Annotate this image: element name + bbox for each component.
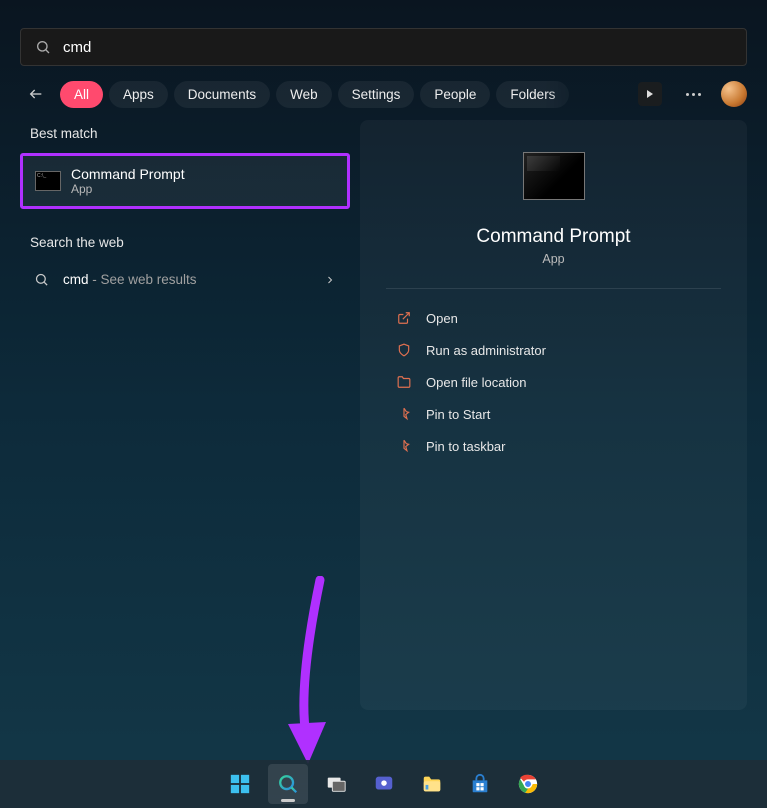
arrow-left-icon [28,86,44,102]
section-search-web: Search the web [20,229,350,262]
pin-icon [396,438,412,454]
taskbar-explorer[interactable] [412,764,452,804]
taskview-icon [325,773,347,795]
action-label: Open file location [426,375,526,390]
cmd-icon: C:\_ [35,171,61,191]
action-pin-taskbar[interactable]: Pin to taskbar [386,431,721,461]
detail-panel: Command Prompt App Open Run as administr… [360,120,747,710]
best-match-item[interactable]: C:\_ Command Prompt App [20,153,350,209]
shield-icon [396,342,412,358]
taskbar-taskview[interactable] [316,764,356,804]
web-suffix: - See web results [89,272,197,287]
action-label: Open [426,311,458,326]
section-best-match: Best match [20,120,350,153]
filter-web[interactable]: Web [276,81,332,108]
action-open-location[interactable]: Open file location [386,367,721,397]
user-avatar[interactable] [721,81,747,107]
chevron-right-icon [324,274,336,286]
search-icon [277,773,299,795]
web-result-item[interactable]: cmd - See web results [20,262,350,297]
search-bar[interactable] [20,28,747,66]
action-label: Pin to Start [426,407,490,422]
action-pin-start[interactable]: Pin to Start [386,399,721,429]
chrome-icon [517,773,539,795]
best-match-title: Command Prompt [71,166,185,182]
filter-apps[interactable]: Apps [109,81,168,108]
divider [386,288,721,289]
filter-folders[interactable]: Folders [496,81,569,108]
more-button[interactable] [680,87,707,102]
action-open[interactable]: Open [386,303,721,333]
filter-chips: All Apps Documents Web Settings People F… [60,81,630,108]
filter-row: All Apps Documents Web Settings People F… [0,66,767,120]
taskbar-search[interactable] [268,764,308,804]
store-icon [469,773,491,795]
windows-icon [229,773,251,795]
back-button[interactable] [20,78,52,110]
triangle-right-icon [645,89,655,99]
web-query: cmd [63,272,89,287]
taskbar-store[interactable] [460,764,500,804]
filter-people[interactable]: People [420,81,490,108]
taskbar-chrome[interactable] [508,764,548,804]
chat-icon [373,773,395,795]
folder-icon [396,374,412,390]
filter-settings[interactable]: Settings [338,81,415,108]
folder-icon [421,773,443,795]
filter-documents[interactable]: Documents [174,81,270,108]
detail-title: Command Prompt [476,226,630,248]
action-label: Pin to taskbar [426,439,506,454]
scroll-right-button[interactable] [638,82,662,106]
cmd-thumbnail [523,152,585,200]
detail-subtitle: App [542,252,564,266]
best-match-subtitle: App [71,182,185,196]
taskbar [0,760,767,808]
open-icon [396,310,412,326]
taskbar-chat[interactable] [364,764,404,804]
action-run-admin[interactable]: Run as administrator [386,335,721,365]
search-input[interactable] [63,39,732,56]
taskbar-start[interactable] [220,764,260,804]
action-label: Run as administrator [426,343,546,358]
search-icon [35,39,51,55]
search-icon [34,272,49,287]
pin-icon [396,406,412,422]
filter-all[interactable]: All [60,81,103,108]
